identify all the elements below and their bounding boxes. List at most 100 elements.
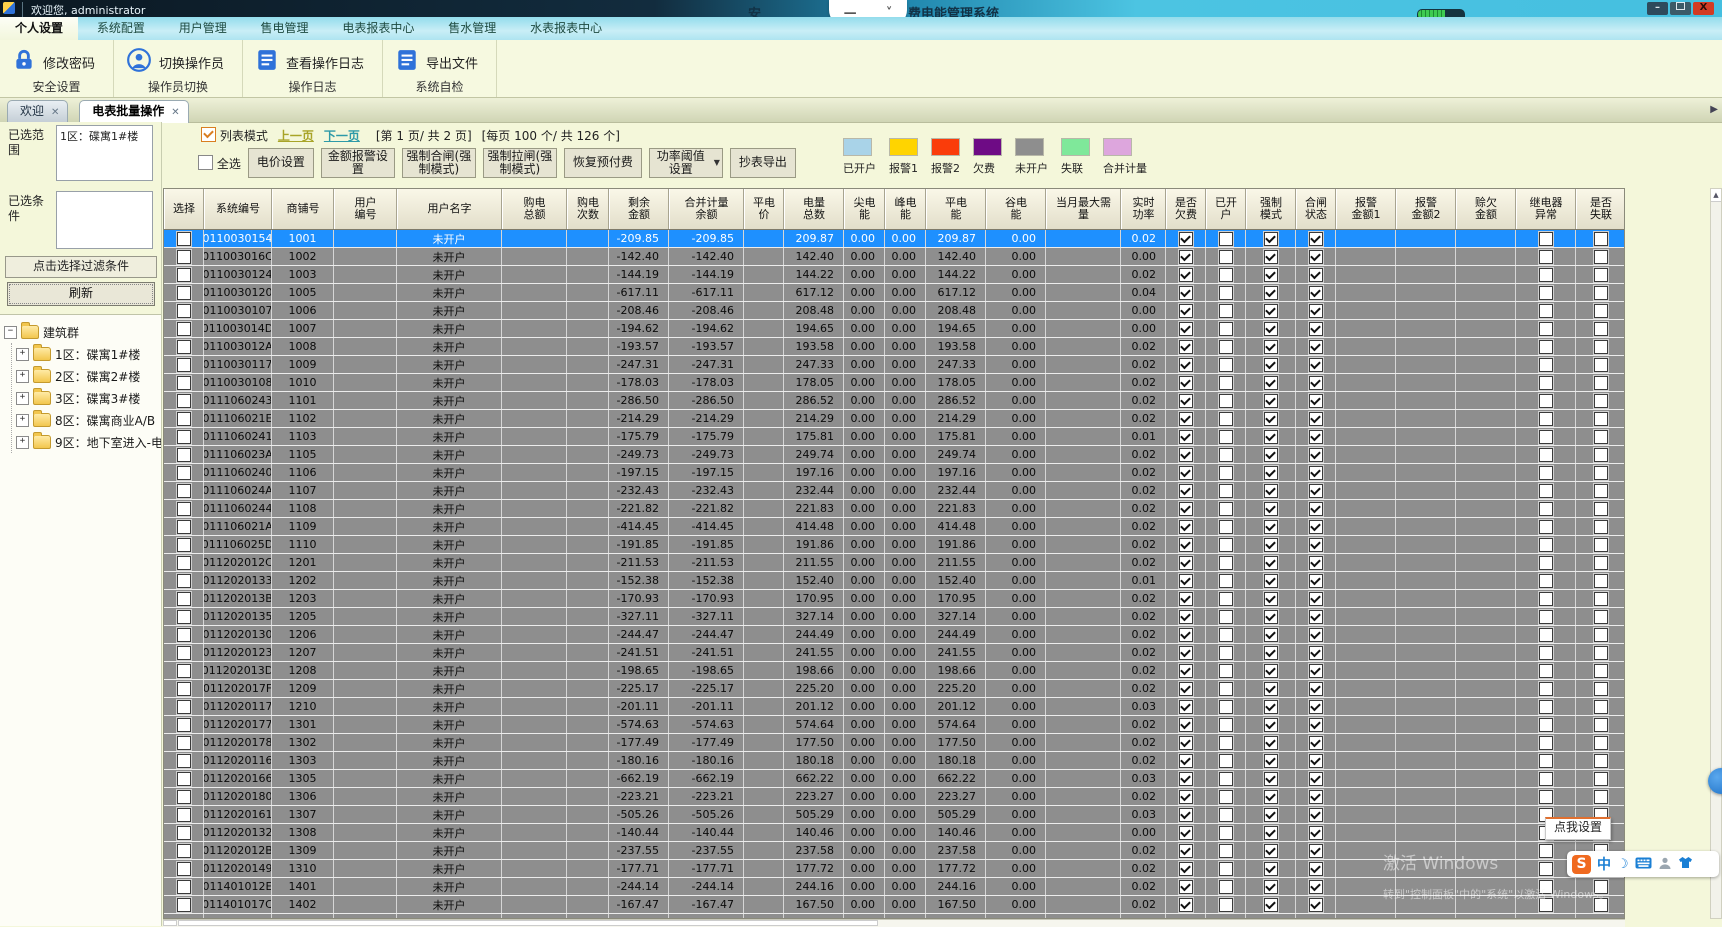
menu-water-sales[interactable]: 售水管理 [433, 17, 511, 40]
cell-checkbox[interactable] [1218, 447, 1233, 462]
cell-checkbox[interactable] [1593, 699, 1608, 714]
cell-checkbox[interactable] [1538, 591, 1553, 606]
column-header[interactable]: 当月最大需 量 [1046, 189, 1121, 229]
menu-water-report-center[interactable]: 水表报表中心 [515, 17, 617, 40]
cell-checkbox[interactable] [1263, 411, 1278, 426]
cell-checkbox[interactable] [1218, 465, 1233, 480]
checkbox-icon[interactable] [198, 154, 213, 170]
cell-checkbox[interactable] [1538, 861, 1553, 876]
row-select-checkbox[interactable] [176, 735, 191, 750]
cell-checkbox[interactable] [1218, 645, 1233, 660]
table-row[interactable]: 0111060243 1101 未开户 -286.50 -286.50 286.52 0.0… [164, 392, 1624, 410]
cell-checkbox[interactable] [1263, 483, 1278, 498]
cell-checkbox[interactable] [1178, 753, 1193, 768]
tree-item-zone1[interactable]: + 1区：碟寓1#楼 [16, 343, 159, 365]
table-row[interactable]: 011401012E 1401 未开户 -244.14 -244.14 244.16 0.0… [164, 878, 1624, 896]
close-button[interactable]: X [1693, 2, 1714, 15]
row-select-checkbox[interactable] [176, 717, 191, 732]
selected-range-box[interactable]: 1区：碟寓1#楼 [56, 125, 153, 181]
table-row[interactable]: 011003012A 1008 未开户 -193.57 -193.57 193.58 0.0… [164, 338, 1624, 356]
cell-checkbox[interactable] [1178, 609, 1193, 624]
table-row[interactable]: 0111060244 1108 未开户 -221.82 -221.82 221.83 0.0… [164, 500, 1624, 518]
cell-checkbox[interactable] [1593, 267, 1608, 282]
row-select-checkbox[interactable] [176, 555, 191, 570]
cell-checkbox[interactable] [1178, 717, 1193, 732]
row-select-checkbox[interactable] [176, 519, 191, 534]
cell-checkbox[interactable] [1178, 645, 1193, 660]
cell-checkbox[interactable] [1593, 771, 1608, 786]
cell-checkbox[interactable] [1593, 879, 1608, 894]
row-select-checkbox[interactable] [176, 825, 191, 840]
meter-reading-export-button[interactable]: 抄表导出 [729, 148, 796, 178]
cell-checkbox[interactable] [1593, 555, 1608, 570]
row-select-checkbox[interactable] [176, 393, 191, 408]
tree-item-zone9[interactable]: + 9区：地下室进入-电表 [16, 431, 161, 453]
cell-checkbox[interactable] [1538, 393, 1553, 408]
row-select-checkbox[interactable] [176, 303, 191, 318]
column-header[interactable]: 赊欠 金额 [1456, 189, 1516, 229]
cell-checkbox[interactable] [1178, 339, 1193, 354]
cell-checkbox[interactable] [1218, 303, 1233, 318]
row-select-checkbox[interactable] [176, 447, 191, 462]
cell-checkbox[interactable] [1308, 393, 1323, 408]
table-row[interactable]: 0112020178 1302 未开户 -177.49 -177.49 177.50 0.0… [164, 734, 1624, 752]
row-select-checkbox[interactable] [176, 627, 191, 642]
cell-checkbox[interactable] [1593, 357, 1608, 372]
cell-checkbox[interactable] [1308, 537, 1323, 552]
table-row[interactable]: 0112020116 1303 未开户 -180.16 -180.16 180.18 0.0… [164, 752, 1624, 770]
close-tab-icon[interactable]: ✕ [171, 107, 179, 118]
table-row[interactable]: 011202012B 1309 未开户 -237.55 -237.55 237.58 0.0… [164, 842, 1624, 860]
cell-checkbox[interactable] [1218, 681, 1233, 696]
table-row[interactable]: 0112020161 1307 未开户 -505.26 -505.26 505.29 0.0… [164, 806, 1624, 824]
column-header[interactable]: 电量 总数 [784, 189, 844, 229]
tab-scroll-right-icon[interactable]: ▶ [1710, 104, 1718, 115]
row-select-checkbox[interactable] [176, 285, 191, 300]
cell-checkbox[interactable] [1538, 231, 1553, 246]
row-select-checkbox[interactable] [176, 789, 191, 804]
column-header[interactable]: 用户名字 [397, 189, 502, 229]
column-header[interactable]: 系统编号 [204, 189, 272, 229]
next-page-link[interactable]: 下一页 [324, 127, 360, 144]
row-select-checkbox[interactable] [176, 897, 191, 912]
cell-checkbox[interactable] [1538, 753, 1553, 768]
column-header[interactable]: 是否 欠费 [1166, 189, 1206, 229]
tab-meter-batch-operation[interactable]: 电表批量操作 ✕ [79, 100, 189, 123]
table-row[interactable]: 011106025D 1110 未开户 -191.85 -191.85 191.86 0.0… [164, 536, 1624, 554]
cell-checkbox[interactable] [1538, 627, 1553, 642]
cell-checkbox[interactable] [1538, 285, 1553, 300]
cell-checkbox[interactable] [1538, 303, 1553, 318]
table-row[interactable]: 0112020133 1202 未开户 -152.38 -152.38 152.40 0.0… [164, 572, 1624, 590]
row-select-checkbox[interactable] [176, 771, 191, 786]
cell-checkbox[interactable] [1178, 591, 1193, 606]
cell-checkbox[interactable] [1308, 609, 1323, 624]
cell-checkbox[interactable] [1308, 303, 1323, 318]
sogou-logo-icon[interactable]: S [1572, 854, 1591, 874]
expand-icon[interactable]: + [16, 435, 29, 449]
row-select-checkbox[interactable] [176, 699, 191, 714]
cell-checkbox[interactable] [1263, 591, 1278, 606]
cell-checkbox[interactable] [1178, 519, 1193, 534]
cell-checkbox[interactable] [1308, 519, 1323, 534]
cell-checkbox[interactable] [1263, 303, 1278, 318]
cell-checkbox[interactable] [1178, 627, 1193, 642]
table-row[interactable]: 0112020177 1301 未开户 -574.63 -574.63 574.64 0.0… [164, 716, 1624, 734]
cell-checkbox[interactable] [1218, 357, 1233, 372]
row-select-checkbox[interactable] [176, 753, 191, 768]
cell-checkbox[interactable] [1593, 501, 1608, 516]
cell-checkbox[interactable] [1218, 321, 1233, 336]
cell-checkbox[interactable] [1308, 645, 1323, 660]
cell-checkbox[interactable] [1218, 573, 1233, 588]
cell-checkbox[interactable] [1308, 231, 1323, 246]
table-row[interactable]: 0112020123 1207 未开户 -241.51 -241.51 241.55 0.0… [164, 644, 1624, 662]
column-header[interactable]: 商铺号 [272, 189, 334, 229]
cell-checkbox[interactable] [1263, 627, 1278, 642]
cell-checkbox[interactable] [1218, 897, 1233, 912]
minimize-button[interactable]: – [1647, 2, 1668, 15]
cell-checkbox[interactable] [1308, 267, 1323, 282]
cell-checkbox[interactable] [1308, 753, 1323, 768]
cell-checkbox[interactable] [1218, 879, 1233, 894]
column-header[interactable]: 强制 模式 [1246, 189, 1296, 229]
cell-checkbox[interactable] [1218, 717, 1233, 732]
table-row[interactable]: 0110030108 1010 未开户 -178.03 -178.03 178.05 0.0… [164, 374, 1624, 392]
table-row[interactable]: 0112020130 1206 未开户 -244.47 -244.47 244.49 0.0… [164, 626, 1624, 644]
